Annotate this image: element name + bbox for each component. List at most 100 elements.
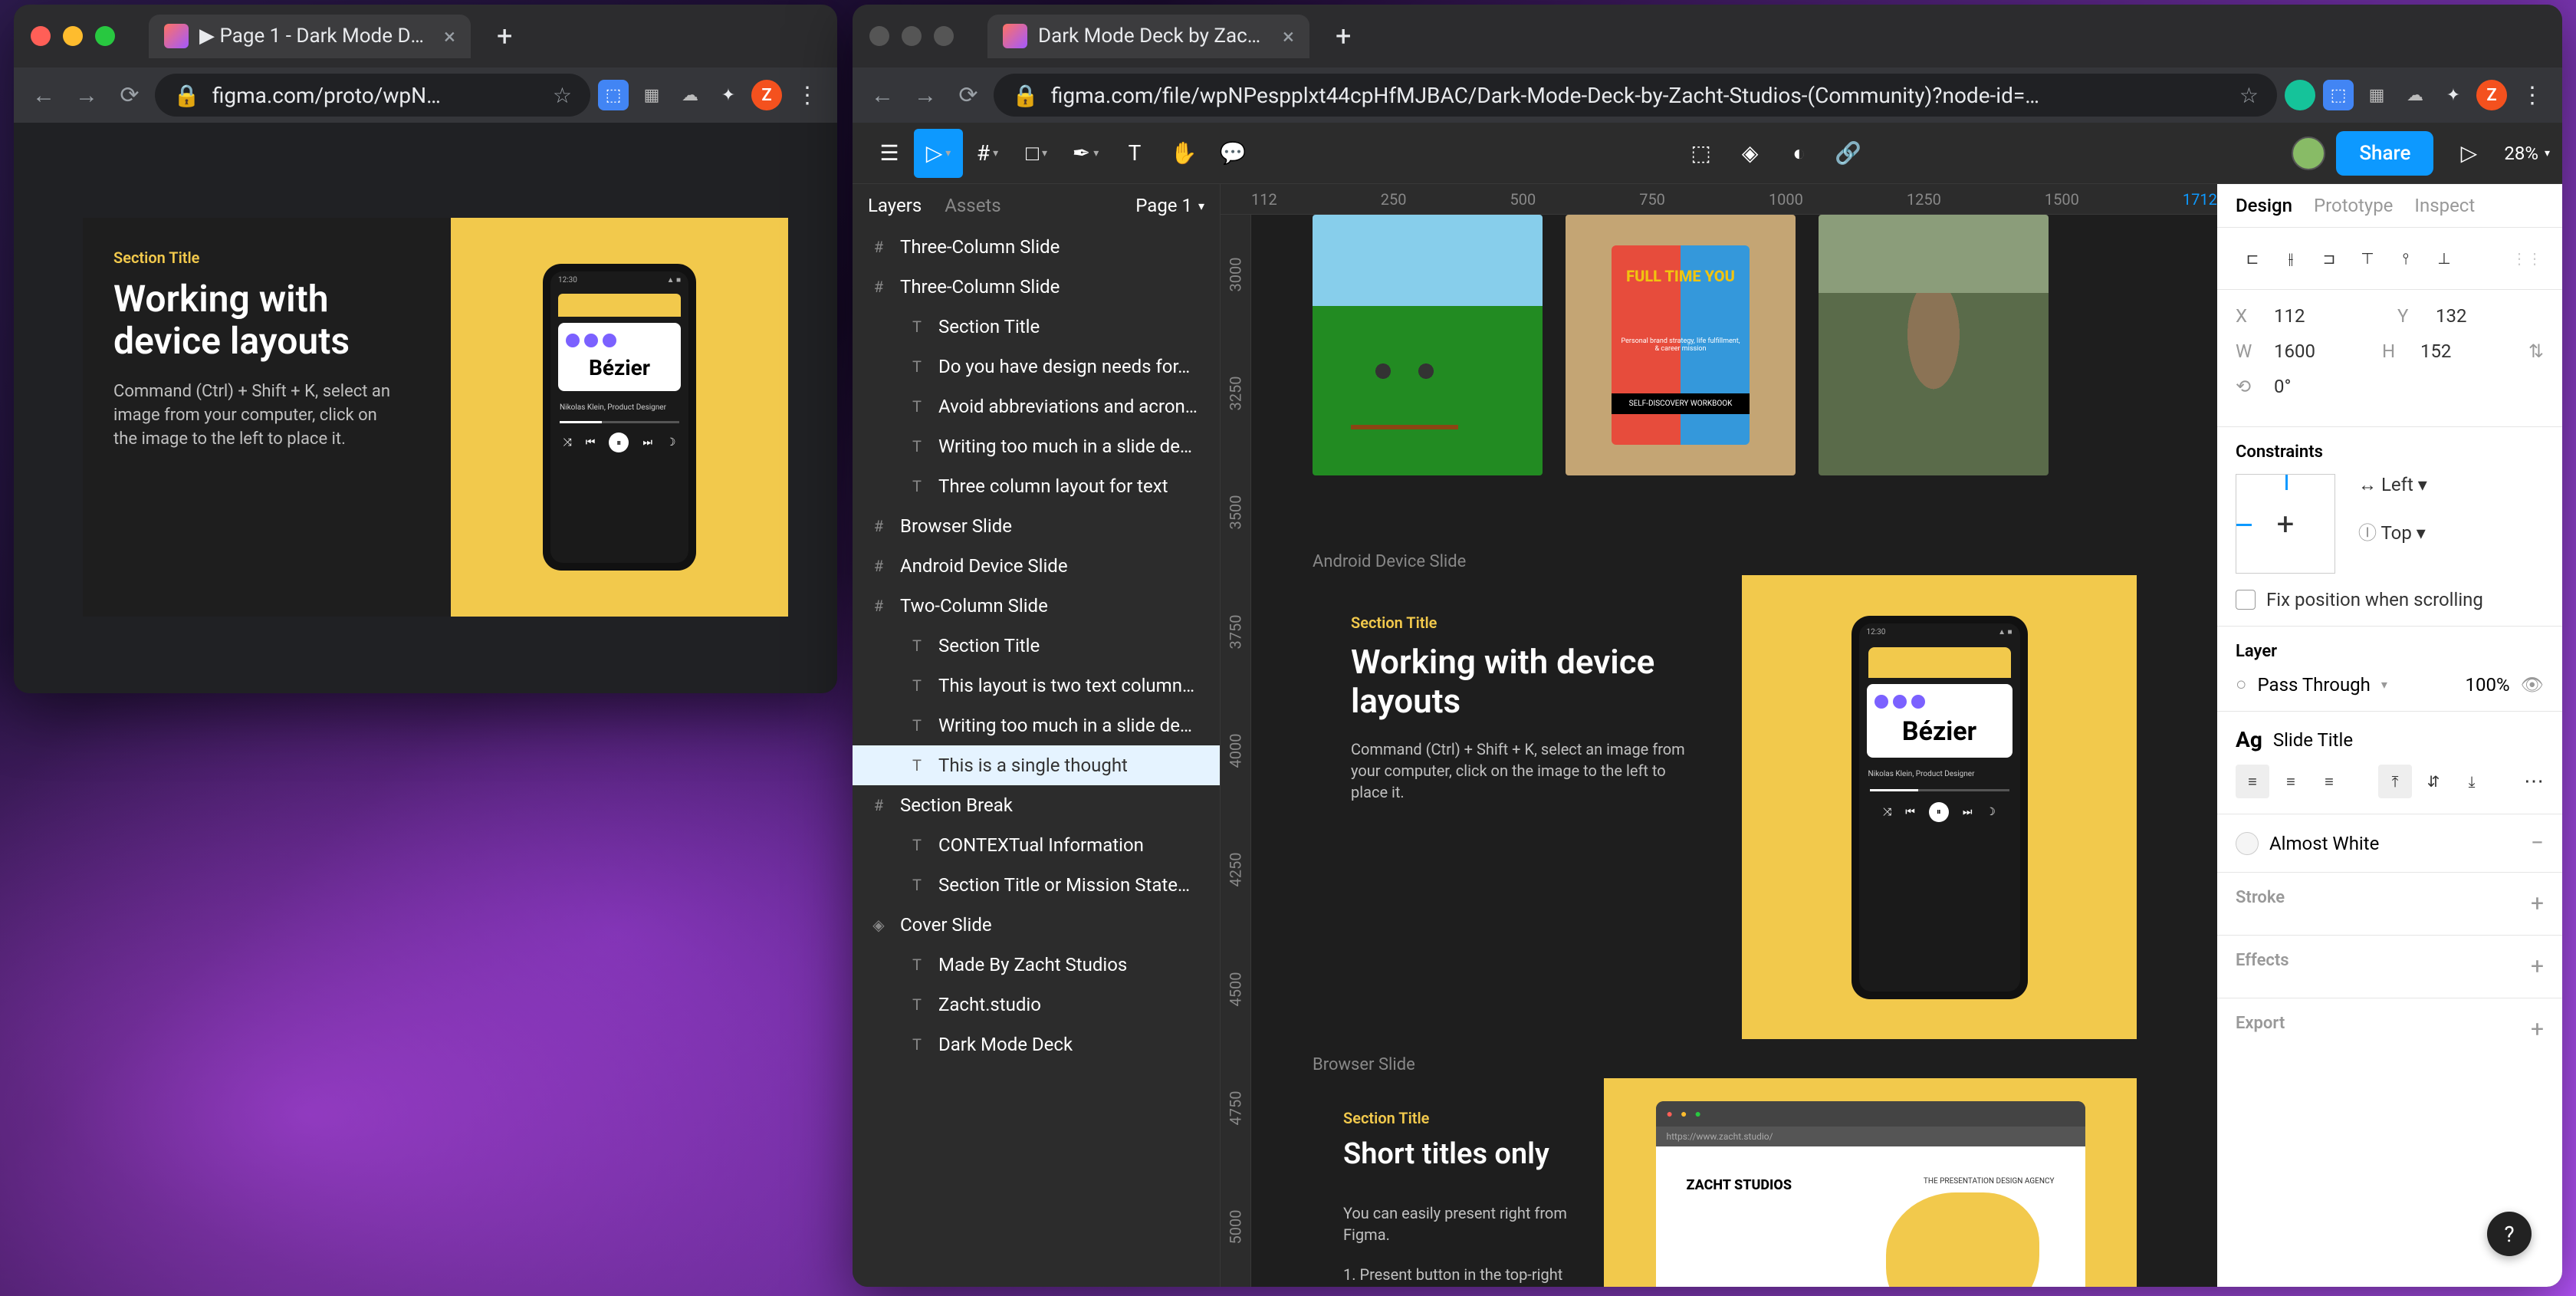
main-menu-button[interactable]: ☰	[865, 129, 914, 178]
bike-image[interactable]	[1313, 215, 1543, 475]
constraints-widget[interactable]	[2236, 474, 2335, 574]
fill-style-name[interactable]: Almost White	[2269, 833, 2379, 854]
android-slide-frame[interactable]: Section Title Working with device layout…	[1313, 575, 2137, 1039]
fill-swatch[interactable]	[2236, 832, 2259, 855]
layer-row[interactable]: TDark Mode Deck	[853, 1025, 1220, 1064]
profile-avatar[interactable]: Z	[751, 80, 782, 110]
align-hcenter-button[interactable]: ⫲	[2274, 242, 2308, 275]
book-image[interactable]: FULL TIME YOU Personal brand strategy, l…	[1566, 215, 1796, 475]
shape-tool-button[interactable]: □▾	[1012, 129, 1061, 178]
align-top-button[interactable]: ⊤	[2351, 242, 2384, 275]
new-tab-button[interactable]: +	[1336, 20, 1351, 52]
extensions-icon[interactable]: ✦	[713, 80, 744, 110]
opacity-input[interactable]: 100%	[2465, 674, 2509, 696]
width-input[interactable]: 1600	[2274, 340, 2367, 362]
bookmark-icon[interactable]: ☆	[553, 83, 572, 108]
component-button[interactable]: ◈	[1726, 129, 1775, 178]
layer-row[interactable]: TWriting too much in a slide de…	[853, 426, 1220, 466]
browser-tab[interactable]: Dark Mode Deck by Zacht Stud… ×	[987, 15, 1309, 58]
address-bar[interactable]: 🔒 figma.com/proto/wpN… ☆	[155, 74, 590, 117]
remove-fill-button[interactable]: −	[2531, 830, 2544, 857]
blend-mode-select[interactable]: Pass Through	[2258, 674, 2371, 696]
link-button[interactable]: 🔗	[1824, 129, 1873, 178]
text-valign-bottom-button[interactable]: ⤓	[2455, 765, 2489, 798]
add-export-button[interactable]: +	[2531, 1016, 2544, 1043]
distribute-button[interactable]: ⋮⋮	[2510, 242, 2544, 275]
ext-icon[interactable]: ☁	[2400, 80, 2430, 110]
layer-row[interactable]: TSection Title	[853, 307, 1220, 347]
hand-tool-button[interactable]: ✋	[1159, 129, 1208, 178]
layer-row[interactable]: TSection Title	[853, 626, 1220, 666]
layer-row[interactable]: #Three-Column Slide	[853, 227, 1220, 267]
close-window-button[interactable]	[869, 26, 889, 46]
canvas[interactable]: 11225050075010001250150017122000 3000325…	[1221, 184, 2217, 1287]
frame-label[interactable]: Android Device Slide	[1313, 552, 1466, 571]
text-align-center-button[interactable]: ≡	[2274, 765, 2308, 798]
text-align-left-button[interactable]: ≡	[2236, 765, 2269, 798]
translate-ext-icon[interactable]: ⬚	[2323, 80, 2354, 110]
browser-menu-icon[interactable]: ⋮	[790, 82, 825, 109]
constrain-proportions-icon[interactable]: ⇅	[2528, 340, 2544, 362]
frame-tool-button[interactable]: #▾	[963, 129, 1012, 178]
text-valign-top-button[interactable]: ⤒	[2378, 765, 2412, 798]
y-input[interactable]: 132	[2436, 305, 2544, 327]
rotation-input[interactable]: 0°	[2274, 376, 2544, 397]
layer-row[interactable]: TZacht.studio	[853, 985, 1220, 1025]
browser-menu-icon[interactable]: ⋮	[2515, 82, 2550, 109]
text-tool-button[interactable]: T	[1110, 129, 1159, 178]
x-input[interactable]: 112	[2274, 305, 2382, 327]
help-button[interactable]: ?	[2487, 1212, 2532, 1256]
layer-row[interactable]: #Three-Column Slide	[853, 267, 1220, 307]
minimize-window-button[interactable]	[902, 26, 922, 46]
text-align-right-button[interactable]: ≡	[2312, 765, 2346, 798]
move-tool-button[interactable]: ▷▾	[914, 129, 963, 178]
back-button[interactable]: ←	[26, 77, 61, 113]
layer-row[interactable]: TSection Title or Mission State…	[853, 865, 1220, 905]
layer-row[interactable]: #Two-Column Slide	[853, 586, 1220, 626]
text-style-name[interactable]: Slide Title	[2273, 729, 2353, 751]
layers-tab[interactable]: Layers	[868, 195, 922, 216]
share-button[interactable]: Share	[2336, 131, 2433, 176]
add-effect-button[interactable]: +	[2531, 953, 2544, 980]
layer-row[interactable]: ◈Cover Slide	[853, 905, 1220, 945]
add-stroke-button[interactable]: +	[2531, 890, 2544, 917]
forward-button[interactable]: →	[908, 77, 943, 113]
grammarly-ext-icon[interactable]	[2285, 80, 2315, 110]
collaborator-avatar[interactable]	[2292, 137, 2325, 170]
ext-icon[interactable]: ▦	[2361, 80, 2392, 110]
visibility-icon[interactable]: 👁	[2521, 674, 2544, 696]
align-left-button[interactable]: ⊏	[2236, 242, 2269, 275]
maximize-window-button[interactable]	[934, 26, 954, 46]
frame-label[interactable]: Browser Slide	[1313, 1055, 1415, 1074]
mask-button[interactable]: ◐	[1775, 129, 1824, 178]
layer-row[interactable]: TThis layout is two text column…	[853, 666, 1220, 706]
layer-row[interactable]: #Section Break	[853, 785, 1220, 825]
deer-image[interactable]	[1819, 215, 2049, 475]
type-settings-button[interactable]: ⋯	[2524, 770, 2544, 793]
assets-tab[interactable]: Assets	[945, 195, 1001, 216]
zoom-level[interactable]: 28%▾	[2504, 143, 2550, 164]
translate-ext-icon[interactable]: ⬚	[598, 80, 629, 110]
constraint-h-select[interactable]: ↔ Left ▾	[2358, 474, 2427, 496]
prototype-canvas[interactable]: Section Title Working with device layout…	[83, 218, 788, 617]
fix-position-checkbox[interactable]: Fix position when scrolling	[2236, 589, 2544, 610]
layer-row[interactable]: TMade By Zacht Studios	[853, 945, 1220, 985]
constraint-v-select[interactable]: Ⓘ Top ▾	[2358, 518, 2427, 544]
layer-row[interactable]: TThree column layout for text	[853, 466, 1220, 506]
close-tab-icon[interactable]: ×	[1283, 24, 1294, 49]
maximize-window-button[interactable]	[95, 26, 115, 46]
layer-row[interactable]: TAvoid abbreviations and acron…	[853, 386, 1220, 426]
layer-row[interactable]: TCONTEXTual Information	[853, 825, 1220, 865]
layer-row[interactable]: TWriting too much in a slide de…	[853, 706, 1220, 745]
pen-tool-button[interactable]: ✒▾	[1061, 129, 1110, 178]
inspect-tab[interactable]: Inspect	[2414, 195, 2475, 216]
extensions-icon[interactable]: ✦	[2438, 80, 2469, 110]
height-input[interactable]: 152	[2420, 340, 2513, 362]
page-selector[interactable]: Page 1▾	[1135, 195, 1204, 216]
layer-row[interactable]: TDo you have design needs for…	[853, 347, 1220, 386]
present-button[interactable]: ▷	[2444, 129, 2493, 178]
layer-row[interactable]: TThis is a single thought	[853, 745, 1220, 785]
align-bottom-button[interactable]: ⊥	[2427, 242, 2461, 275]
design-tab[interactable]: Design	[2236, 195, 2292, 216]
align-vcenter-button[interactable]: ⫯	[2389, 242, 2423, 275]
